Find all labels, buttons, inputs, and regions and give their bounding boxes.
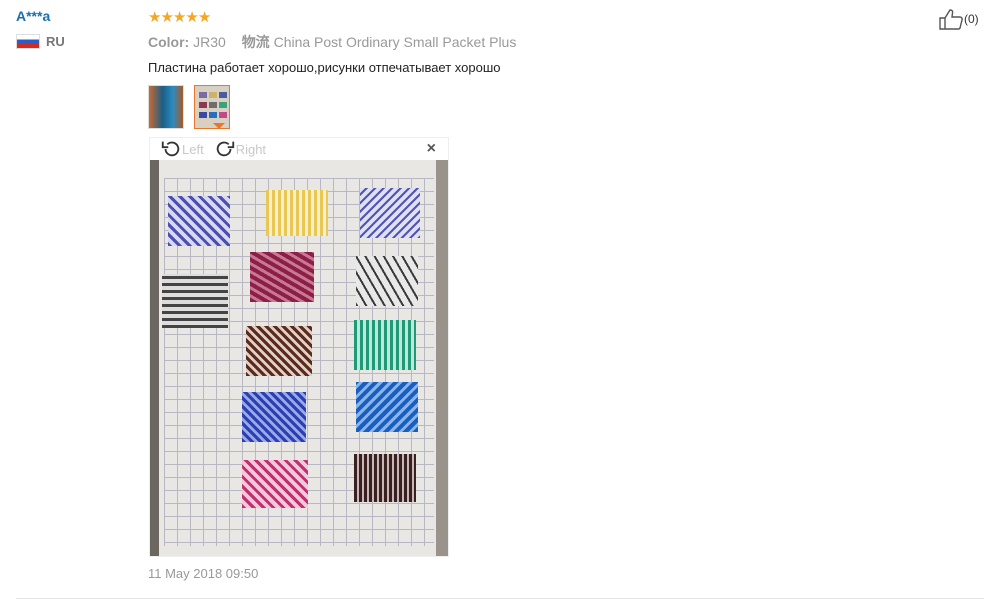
shipping-value: China Post Ordinary Small Packet Plus — [273, 34, 517, 50]
photo-swatch — [354, 320, 416, 370]
helpful-button[interactable]: (0) — [938, 8, 979, 30]
photo-thumbnail[interactable] — [148, 85, 184, 129]
rotate-right-label: Right — [235, 141, 267, 157]
rotate-right-icon — [216, 141, 234, 157]
photo-swatch — [162, 274, 228, 328]
photo-swatch — [242, 460, 308, 508]
star-icon: ★ — [148, 9, 161, 26]
reviewer-name: A***a — [16, 8, 51, 24]
star-icon: ★ — [185, 9, 198, 26]
photo-swatch — [360, 188, 420, 238]
close-viewer-button[interactable]: × — [427, 140, 436, 158]
photo-thumbnails — [148, 85, 948, 129]
photo-viewer: Left Right × — [149, 137, 449, 557]
review-body: ★★★★★ Color: JR30 物流 China Post Ordinary… — [148, 8, 948, 129]
selected-thumbnail-indicator — [213, 123, 225, 129]
rotate-left-label: Left — [182, 141, 204, 157]
viewer-toolbar: Left Right × — [150, 138, 448, 160]
country-code: RU — [46, 34, 65, 49]
color-value: JR30 — [193, 34, 226, 50]
helpful-count: (0) — [964, 12, 979, 26]
review-text: Пластина работает хорошо,рисунки отпечат… — [148, 60, 501, 75]
thumbs-up-icon — [939, 9, 963, 30]
russia-flag-icon — [16, 34, 40, 49]
photo-swatch — [246, 326, 312, 376]
rotate-left-icon — [161, 141, 180, 157]
photo-swatch — [266, 190, 328, 236]
photo-swatch — [356, 256, 418, 306]
review-date: 11 May 2018 09:50 — [148, 566, 259, 581]
photo-swatch — [354, 454, 416, 502]
photo-swatch — [356, 382, 418, 432]
photo-swatch — [242, 392, 306, 442]
star-rating: ★★★★★ — [148, 8, 948, 26]
star-icon: ★ — [197, 9, 211, 26]
star-icon: ★ — [172, 9, 186, 26]
review-divider — [16, 598, 984, 599]
photo-swatch — [168, 196, 230, 246]
rotate-right-button[interactable]: Right — [214, 138, 266, 160]
rotate-left-button[interactable]: Left — [160, 138, 204, 160]
star-icon: ★ — [160, 9, 173, 26]
reviewer-info: A***a RU — [16, 8, 136, 49]
color-label: Color: — [148, 34, 190, 50]
reviewer-country: RU — [16, 34, 136, 49]
review-photo — [150, 160, 448, 556]
shipping-label: 物流 — [241, 34, 270, 50]
photo-swatch — [250, 252, 314, 302]
order-meta: Color: JR30 物流 China Post Ordinary Small… — [148, 32, 948, 52]
